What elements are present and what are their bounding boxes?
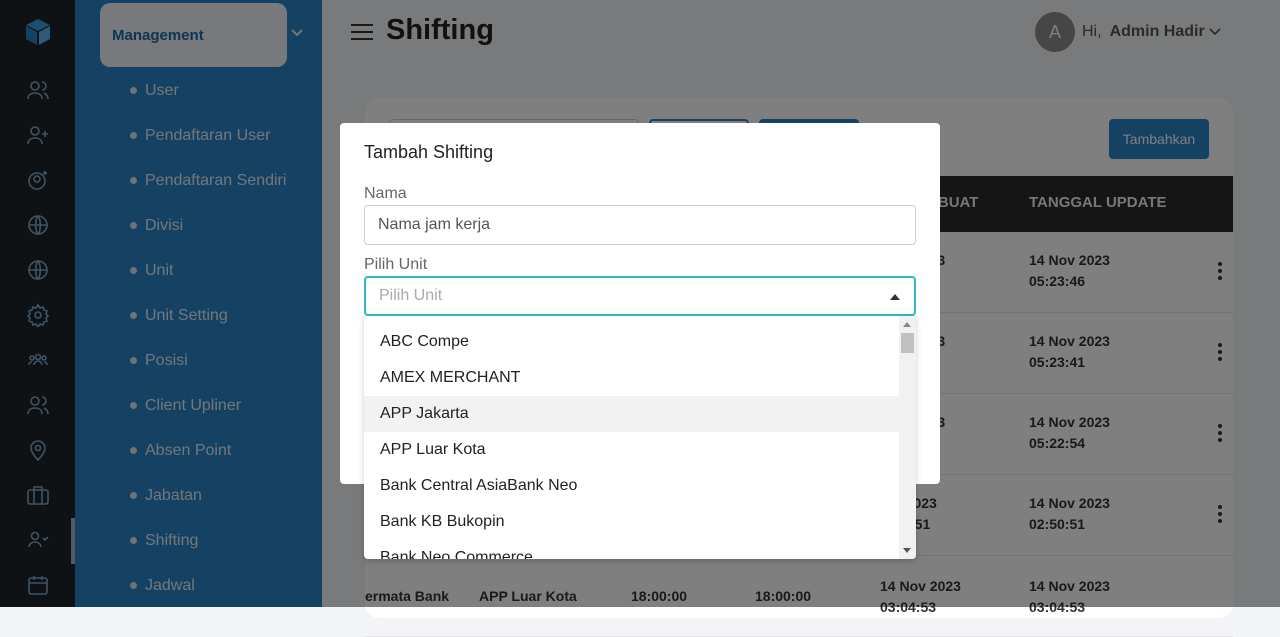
unit-placeholder: Pilih Unit xyxy=(379,287,443,304)
unit-option[interactable]: APP Luar Kota xyxy=(364,432,899,468)
unit-option[interactable]: Bank Central AsiaBank Neo xyxy=(364,468,899,504)
unit-option-hovered[interactable]: APP Jakarta xyxy=(364,396,899,432)
option-list: ABC Compe AMEX MERCHANT APP Jakarta APP … xyxy=(364,324,899,559)
scroll-down-icon[interactable] xyxy=(903,548,911,553)
unit-option[interactable]: Bank KB Bukopin xyxy=(364,504,899,540)
caret-up-icon[interactable] xyxy=(890,294,900,300)
unit-option[interactable]: ABC Compe xyxy=(364,324,899,360)
unit-select[interactable]: Pilih Unit xyxy=(364,276,916,316)
modal-title: Tambah Shifting xyxy=(364,142,494,162)
name-placeholder: Nama jam kerja xyxy=(378,216,491,233)
scroll-thumb[interactable] xyxy=(901,333,914,353)
dropdown-scrollbar[interactable] xyxy=(899,316,916,559)
unit-option[interactable]: Bank Neo Commerce xyxy=(364,540,899,559)
name-input[interactable]: Nama jam kerja xyxy=(364,205,916,245)
unit-option[interactable]: AMEX MERCHANT xyxy=(364,360,899,396)
scroll-up-icon[interactable] xyxy=(903,322,911,327)
name-label: Nama xyxy=(364,185,407,202)
unit-dropdown-list: ABC Compe AMEX MERCHANT APP Jakarta APP … xyxy=(364,316,916,559)
unit-label: Pilih Unit xyxy=(364,256,428,273)
